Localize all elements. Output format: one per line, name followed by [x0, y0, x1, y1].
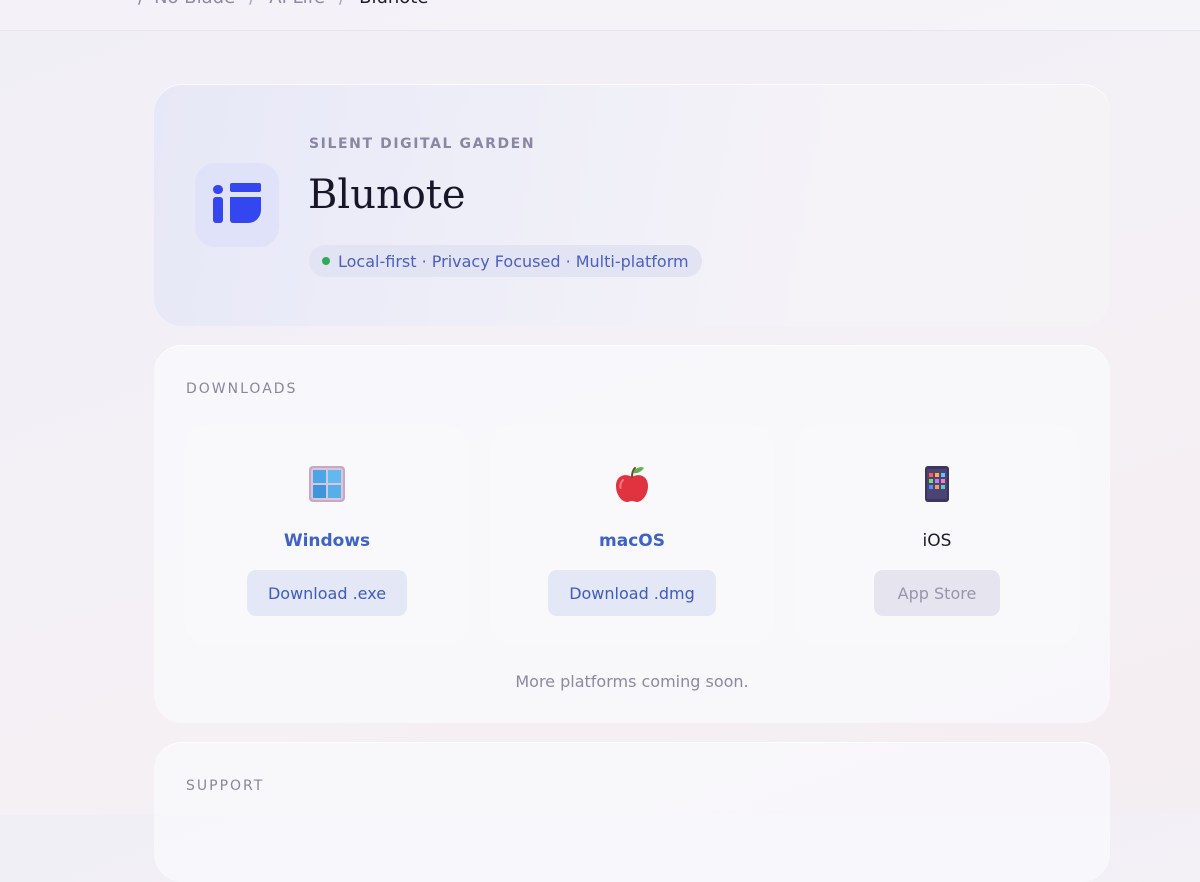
- downloads-heading: DOWNLOADS: [186, 381, 298, 397]
- windows-icon: [309, 466, 345, 502]
- breadcrumb-sep: /: [138, 0, 144, 8]
- breadcrumb-item-ai-life[interactable]: AI Life: [269, 0, 325, 8]
- mobile-phone-icon: [925, 466, 949, 502]
- breadcrumb-current: Blunote: [359, 0, 428, 8]
- platform-card-ios: iOS App Store: [796, 425, 1078, 645]
- breadcrumb-item-no-blade[interactable]: No Blade: [154, 0, 235, 8]
- platform-card-windows: Windows Download .exe: [186, 425, 468, 645]
- status-dot-icon: [322, 257, 330, 265]
- platform-card-macos: macOS Download .dmg: [491, 425, 773, 645]
- breadcrumb: / No Blade / AI Life / Blunote: [138, 0, 428, 8]
- platform-name-ios: iOS: [922, 531, 952, 551]
- downloads-card: DOWNLOADS Windows Download .exe macOS Do…: [154, 345, 1110, 723]
- support-heading: SUPPORT: [186, 778, 265, 794]
- download-dmg-button[interactable]: Download .dmg: [548, 570, 716, 616]
- feature-pill: Local-first · Privacy Focused · Multi-pl…: [309, 245, 702, 277]
- app-hero-card: SILENT DIGITAL GARDEN Blunote Local-firs…: [154, 84, 1110, 326]
- platform-name-windows: Windows: [283, 531, 371, 551]
- breadcrumb-sep: /: [245, 0, 259, 8]
- app-store-button[interactable]: App Store: [874, 570, 1000, 616]
- support-card: SUPPORT: [154, 742, 1110, 882]
- top-bar: / No Blade / AI Life / Blunote: [0, 0, 1200, 31]
- apple-icon: [616, 467, 648, 502]
- feature-tagline: Local-first · Privacy Focused · Multi-pl…: [338, 251, 689, 271]
- download-exe-button[interactable]: Download .exe: [247, 570, 407, 616]
- platform-name-macos: macOS: [599, 531, 665, 551]
- more-platforms-note: More platforms coming soon.: [515, 672, 749, 691]
- blunote-logo-icon: [195, 163, 279, 247]
- app-eyebrow: SILENT DIGITAL GARDEN: [309, 136, 536, 152]
- breadcrumb-sep: /: [335, 0, 349, 8]
- app-title: Blunote: [308, 172, 466, 218]
